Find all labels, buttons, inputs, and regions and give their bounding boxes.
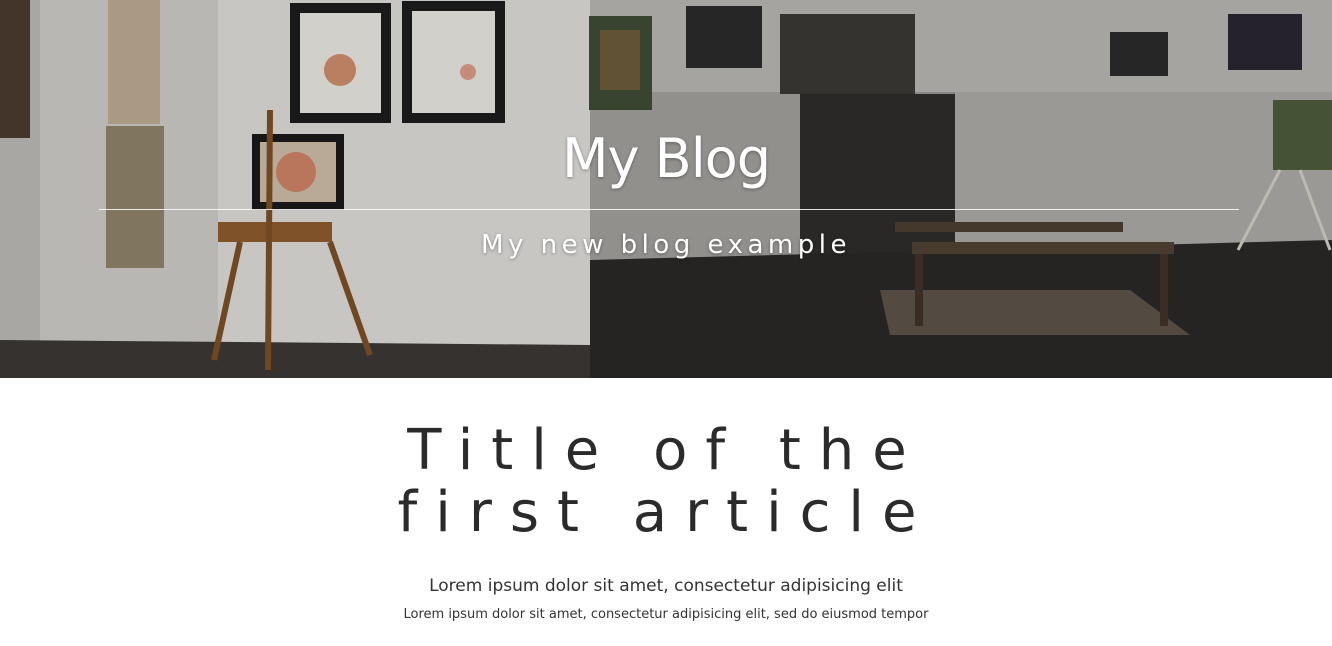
blog-subtitle: My new blog example xyxy=(481,230,851,260)
article-section: Title of the first article Lorem ipsum d… xyxy=(0,378,1332,646)
article-title[interactable]: Title of the first article xyxy=(336,420,996,544)
hero-header: My Blog My new blog example xyxy=(0,0,1332,378)
article-excerpt: Lorem ipsum dolor sit amet, consectetur … xyxy=(403,607,929,622)
header-divider xyxy=(99,209,1239,210)
blog-title: My Blog xyxy=(561,127,771,190)
article-lead: Lorem ipsum dolor sit amet, consectetur … xyxy=(429,576,903,596)
